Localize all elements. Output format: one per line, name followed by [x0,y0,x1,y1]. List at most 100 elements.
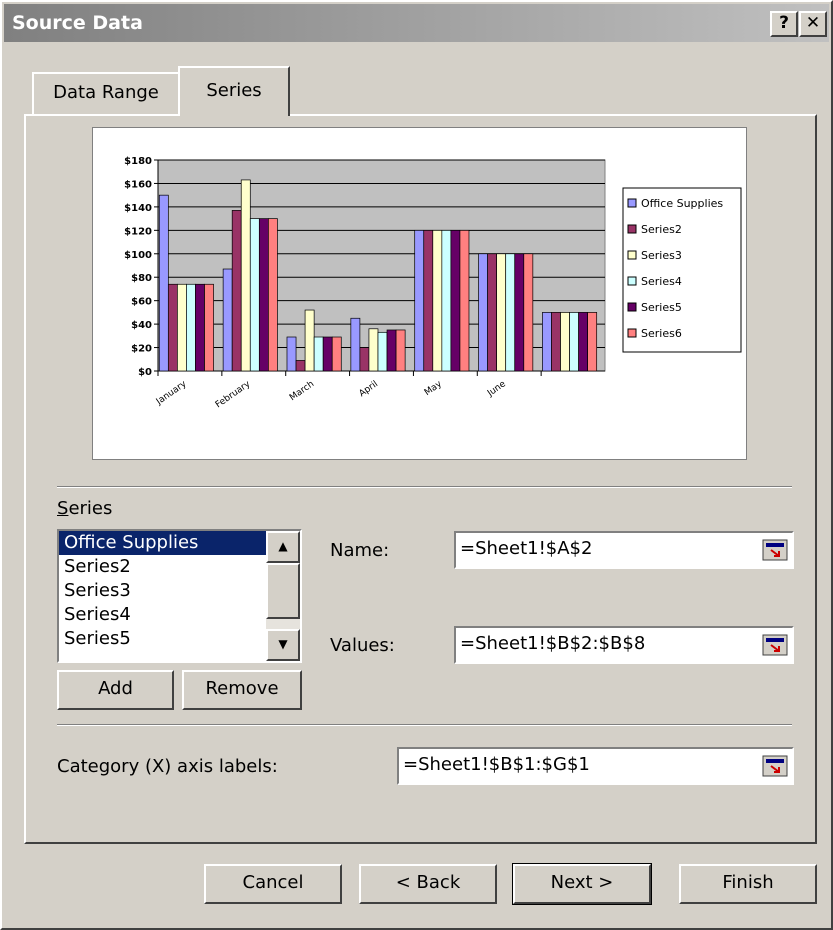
bar [177,283,187,372]
bar [249,218,260,372]
legend-label: Series5 [641,301,682,314]
bar [459,229,470,372]
title-bar: Source Data ? ✕ [4,4,829,42]
bar [386,329,397,372]
bar [359,347,370,372]
bar [395,329,406,372]
bar [377,331,388,372]
bar [350,317,361,372]
bar [195,283,205,372]
next-button[interactable]: Next > [512,863,652,905]
y-tick-label: $80 [131,273,152,284]
y-tick-label: $140 [124,203,152,214]
legend-label: Office Supplies [641,197,723,210]
bar [542,312,552,372]
chart-preview: $0 $20 $40 $60 $80 $100 $120 $140 $160 $180 Januar… [92,127,747,460]
values-field[interactable]: =Sheet1!$B$2:$B$8 [454,626,794,664]
category-label: Category (X) axis labels: [57,756,278,777]
tab-data-range[interactable]: Data Range [32,72,180,114]
bar [478,253,488,372]
legend-label: Series6 [641,327,682,340]
collapse-dialog-icon[interactable] [762,539,788,561]
x-tick-label: June [485,379,508,399]
scroll-up-icon[interactable]: ▲ [266,531,300,563]
bar [432,229,443,372]
category-axis-field[interactable]: =Sheet1!$B$1:$G$1 [397,747,794,785]
y-tick-label: $20 [131,344,152,355]
bar [240,179,251,372]
bar [331,336,342,372]
bar [505,253,516,372]
series-listbox[interactable]: Office Supplies Series2 Series3 Series4 … [57,529,302,663]
bar [569,312,579,372]
list-item[interactable]: Series2 [59,555,300,579]
dialog-title: Source Data [12,12,143,34]
name-label: Name: [330,540,390,561]
bar [322,336,333,372]
bar [578,312,589,372]
tab-series[interactable]: Series [178,66,290,116]
bar [186,283,196,372]
bar [304,309,315,372]
help-button[interactable]: ? [770,11,798,37]
divider [57,486,792,488]
y-tick-label: $100 [124,250,152,261]
legend-label: Series4 [641,275,682,288]
x-tick-label: January [154,379,189,408]
close-button[interactable]: ✕ [799,11,827,37]
bar [222,268,233,372]
legend-swatch [627,198,637,208]
values-field-value: =Sheet1!$B$2:$B$8 [460,633,646,654]
remove-series-button[interactable]: Remove [182,670,302,710]
list-item[interactable]: Series4 [59,603,300,627]
y-tick-label: $0 [138,367,152,378]
back-button[interactable]: < Back [359,864,497,904]
add-series-button[interactable]: Add [57,670,174,710]
x-tick-label: March [288,379,316,403]
add-label: Add [98,678,133,699]
bar [423,229,434,372]
list-item[interactable]: Office Supplies [59,531,300,555]
chart-svg: $0 $20 $40 $60 $80 $100 $120 $140 $160 $180 Januar… [124,156,742,410]
bar [587,312,598,372]
bar [231,210,242,372]
bar [295,360,306,372]
y-tick-label: $180 [124,156,152,167]
bar [268,218,278,372]
bar [204,283,214,372]
cancel-button[interactable]: Cancel [204,864,342,904]
bar [286,336,297,372]
x-tick-label: February [214,379,253,410]
list-item[interactable]: Series3 [59,579,300,603]
y-tick-label: $120 [124,226,152,237]
finish-button[interactable]: Finish [679,864,817,904]
legend-swatch [627,302,637,312]
series-section-label: Series [57,498,113,519]
legend-swatch [627,276,637,286]
legend-swatch [627,328,637,338]
values-label: Values: [330,635,395,656]
scroll-down-icon[interactable]: ▼ [266,629,300,661]
legend-label: Series3 [641,249,682,262]
list-item[interactable]: Series5 [59,627,300,651]
bar [414,229,425,372]
bar [514,253,525,372]
legend-swatch [627,224,637,234]
scroll-thumb[interactable] [266,563,300,619]
bar [560,312,570,372]
collapse-dialog-icon[interactable] [762,755,788,777]
y-tick-label: $40 [131,320,152,331]
bar [368,328,379,372]
source-data-dialog: Source Data ? ✕ Data Range Series $0 $20 $… [0,0,833,930]
name-field[interactable]: =Sheet1!$A$2 [454,531,794,569]
legend-swatch [627,250,637,260]
bar [551,312,561,372]
bar [167,283,178,372]
listbox-scrollbar[interactable]: ▲ ▼ [266,531,300,661]
y-tick-label: $60 [131,297,152,308]
remove-label: Remove [205,678,279,699]
bar [496,253,507,372]
category-field-value: =Sheet1!$B$1:$G$1 [403,754,590,775]
collapse-dialog-icon[interactable] [762,634,788,656]
x-tick-label: April [357,379,380,399]
